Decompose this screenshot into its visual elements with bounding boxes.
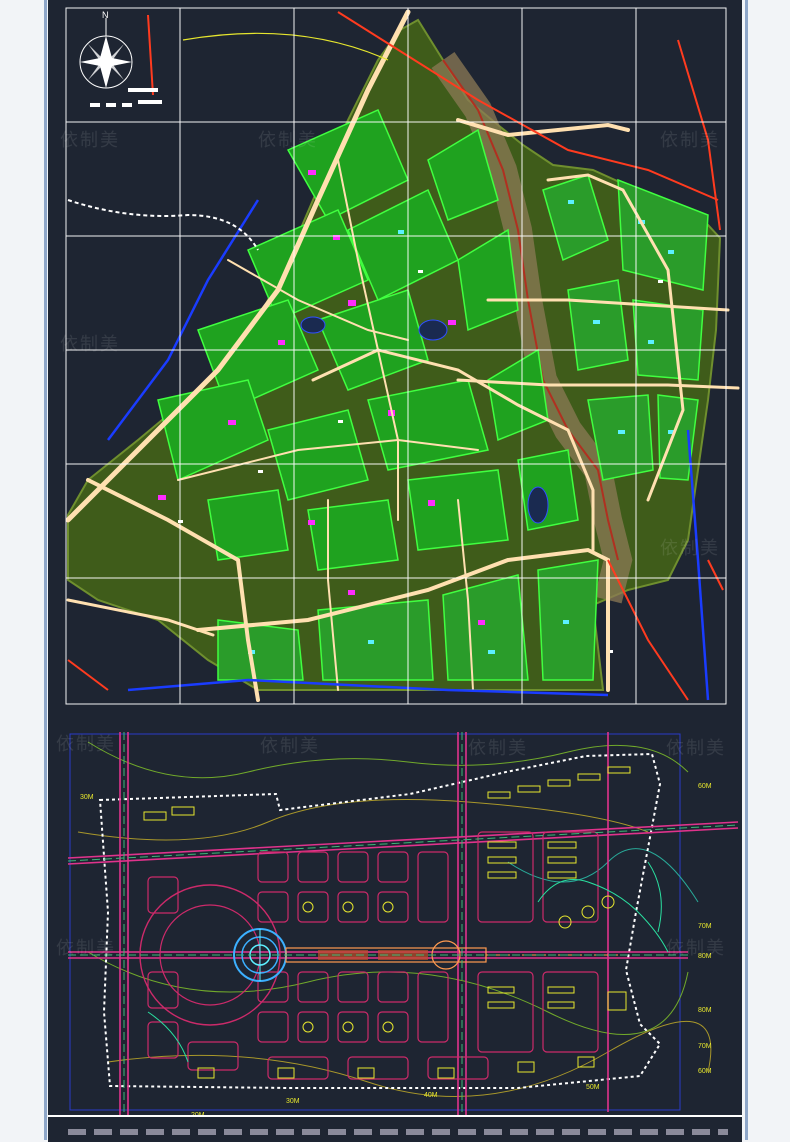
next-drawing-title-band — [68, 1129, 728, 1135]
road-width-label: 40M — [424, 1092, 438, 1099]
watermark-text: 依制美 — [660, 130, 720, 151]
detailed-plan-canvas — [67, 732, 739, 1115]
next-drawing-strip — [48, 1115, 742, 1142]
north-label: N — [102, 10, 109, 20]
watermark-text: 依制美 — [258, 130, 318, 151]
road-width-label: 50M — [586, 1084, 600, 1091]
watermark-text: 依制美 — [60, 334, 120, 355]
watermark-text: 依制美 — [468, 738, 528, 759]
road-width-label: 60M — [698, 783, 712, 790]
north-arrow-icon — [79, 18, 133, 89]
left-border-rule — [44, 0, 47, 1140]
master-plan-drawing: N — [48, 0, 742, 712]
road-width-label: 70M — [698, 1043, 712, 1050]
right-border-rule — [745, 0, 748, 1140]
road-width-label: 30M — [80, 794, 94, 801]
watermark-text: 依制美 — [60, 130, 120, 151]
road-width-label: 30M — [286, 1098, 300, 1105]
master-plan-canvas — [65, 7, 740, 705]
watermark-text: 依制美 — [660, 538, 720, 559]
road-width-label: 70M — [698, 923, 712, 930]
watermark-text: 依制美 — [56, 938, 116, 959]
detailed-plan-drawing: 30M 60M 70M 80M 80M 70M 60M 20M 30M 40M … — [48, 712, 742, 1119]
road-width-label: 60M — [698, 1068, 712, 1075]
scale-bar-icon — [90, 88, 162, 107]
watermark-text: 依制美 — [260, 736, 320, 757]
rail-line — [67, 199, 259, 251]
watermark-text: 依制美 — [56, 734, 116, 755]
road-width-label: 80M — [698, 1007, 712, 1014]
watermark-text: 依制美 — [666, 738, 726, 759]
watermark-text: 依制美 — [666, 938, 726, 959]
study-arc — [182, 32, 389, 61]
